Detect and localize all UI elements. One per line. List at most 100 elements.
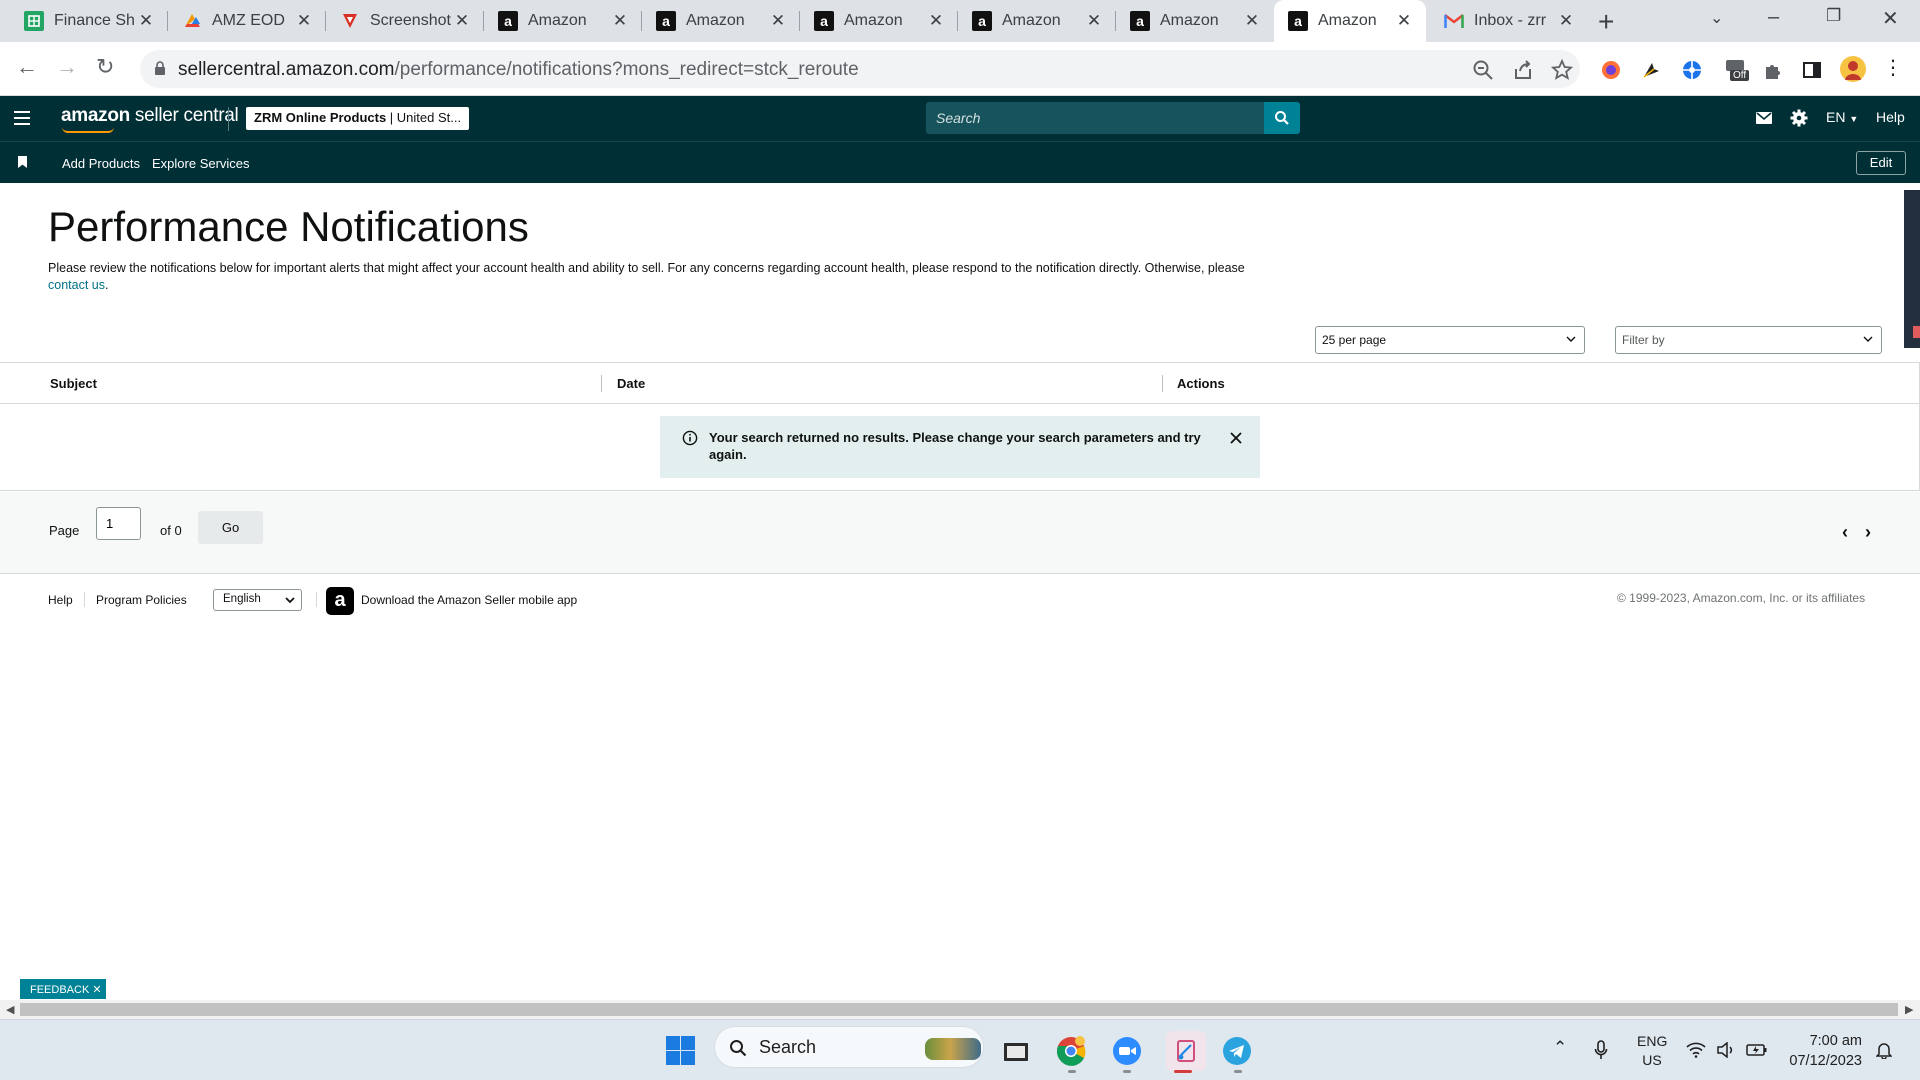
page-number-input[interactable] (96, 507, 141, 540)
tab-amazon-3[interactable]: a Amazon ✕ (800, 0, 958, 42)
previous-page-icon[interactable]: ‹ (1842, 522, 1848, 543)
adblock-extension-icon[interactable]: Off (1722, 57, 1750, 83)
restore-icon[interactable]: ❐ (1826, 6, 1841, 26)
microphone-icon[interactable] (1594, 1040, 1608, 1060)
input-language-indicator[interactable]: ENG US (1637, 1032, 1667, 1070)
profile-avatar[interactable] (1840, 56, 1866, 82)
wifi-icon[interactable] (1686, 1042, 1706, 1058)
subnav-explore-services[interactable]: Explore Services (152, 156, 250, 171)
system-clock[interactable]: 7:00 am 07/12/2023 (1782, 1031, 1862, 1071)
intro-text: Please review the notifications below fo… (48, 260, 1288, 294)
telegram-icon[interactable] (1221, 1035, 1253, 1067)
extensions-puzzle-icon[interactable] (1762, 59, 1784, 81)
settings-gear-icon[interactable] (1790, 109, 1808, 127)
scroll-left-icon[interactable]: ◀ (6, 1003, 14, 1016)
tab-amazon-2[interactable]: a Amazon ✕ (642, 0, 800, 42)
next-page-icon[interactable]: › (1865, 522, 1871, 543)
bookmark-icon[interactable] (18, 156, 27, 168)
tab-amazon-active[interactable]: a Amazon ✕ (1274, 0, 1426, 42)
mail-icon[interactable] (1756, 111, 1772, 125)
close-window-icon[interactable]: ✕ (1882, 6, 1899, 31)
reload-icon[interactable]: ↻ (96, 54, 114, 80)
address-bar[interactable]: sellercentral.amazon.com/performance/not… (140, 50, 1580, 88)
footer-help-link[interactable]: Help (48, 593, 73, 607)
tab-close-icon[interactable]: ✕ (454, 11, 470, 31)
amazon-seller-app-icon[interactable]: a (326, 587, 354, 615)
volume-icon[interactable] (1716, 1042, 1736, 1058)
zoom-app-icon[interactable] (1111, 1035, 1143, 1067)
new-tab-icon[interactable]: + (1598, 6, 1614, 38)
tab-label: Amazon (686, 12, 745, 29)
tab-close-icon[interactable]: ✕ (1244, 11, 1260, 31)
footer-language-select[interactable]: English (213, 589, 302, 611)
tab-amazon-1[interactable]: a Amazon ✕ (484, 0, 642, 42)
tab-close-icon[interactable]: ✕ (1558, 11, 1574, 31)
logo-seller-central: seller central (129, 105, 239, 126)
column-header-subject[interactable]: Subject (50, 376, 97, 391)
header-help-link[interactable]: Help (1876, 109, 1905, 125)
footer-divider (316, 592, 317, 607)
subnav-add-products[interactable]: Add Products (62, 156, 140, 171)
footer-program-policies-link[interactable]: Program Policies (96, 593, 187, 607)
column-header-date[interactable]: Date (617, 376, 645, 391)
seller-central-logo[interactable]: amazon seller central (61, 105, 239, 127)
firefox-extension-icon[interactable] (1600, 59, 1622, 81)
header-divider (228, 107, 229, 131)
cursor-extension-icon[interactable] (1640, 59, 1662, 81)
filter-select[interactable]: Filter by (1615, 326, 1882, 354)
side-widget-tab[interactable] (1904, 190, 1920, 348)
copyright-text: © 1999-2023, Amazon.com, Inc. or its aff… (1617, 591, 1866, 605)
tab-close-icon[interactable]: ✕ (138, 11, 154, 31)
chrome-menu-icon[interactable]: ⋮ (1882, 55, 1904, 79)
contact-us-link[interactable]: contact us (48, 278, 105, 292)
tab-close-icon[interactable]: ✕ (296, 11, 312, 31)
back-icon[interactable]: ← (16, 54, 38, 80)
forward-icon[interactable]: → (56, 54, 78, 80)
tab-amazon-5[interactable]: a Amazon ✕ (1116, 0, 1274, 42)
go-button[interactable]: Go (198, 511, 263, 544)
minimize-icon[interactable]: – (1768, 6, 1779, 29)
hamburger-menu-icon[interactable] (14, 111, 30, 125)
tab-close-icon[interactable]: ✕ (928, 11, 944, 31)
language-selector[interactable]: EN ▼ (1826, 109, 1858, 125)
snipping-tool-icon[interactable] (1166, 1031, 1206, 1071)
taskbar-search-box[interactable]: Search (714, 1026, 984, 1068)
windows-start-icon[interactable] (666, 1036, 695, 1065)
account-switcher[interactable]: ZRM Online Products | United St... (246, 107, 470, 130)
tab-search-chevron-icon[interactable]: ⌄ (1710, 8, 1723, 28)
show-hidden-icons-chevron[interactable]: ⌃ (1553, 1038, 1567, 1058)
zoom-icon[interactable] (1472, 59, 1494, 81)
notification-bell-icon[interactable] (1876, 1041, 1892, 1059)
tab-amazon-4[interactable]: a Amazon ✕ (958, 0, 1116, 42)
header-search-input[interactable] (926, 102, 1264, 134)
scroll-right-icon[interactable]: ▶ (1905, 1003, 1913, 1016)
tab-close-icon[interactable]: ✕ (1086, 11, 1102, 31)
tab-finance-sheet[interactable]: Finance Sh ✕ (10, 0, 168, 42)
tab-screenshot[interactable]: Screenshot ✕ (326, 0, 484, 42)
translate-extension-icon[interactable] (1681, 59, 1703, 81)
per-page-select[interactable]: 25 per page (1315, 326, 1585, 354)
download-app-link[interactable]: Download the Amazon Seller mobile app (361, 593, 577, 607)
scrollbar-thumb[interactable] (20, 1003, 1898, 1016)
header-search-button[interactable] (1264, 102, 1300, 134)
file-explorer-icon[interactable] (1000, 1035, 1032, 1067)
share-icon[interactable] (1512, 59, 1534, 81)
battery-icon[interactable] (1746, 1043, 1768, 1057)
bookmark-star-icon[interactable] (1551, 59, 1573, 81)
tab-gmail-inbox[interactable]: Inbox - zrr ✕ (1430, 0, 1588, 42)
tab-close-icon[interactable]: ✕ (1396, 11, 1412, 31)
tab-close-icon[interactable]: ✕ (770, 11, 786, 31)
horizontal-scrollbar[interactable]: ◀ ▶ (0, 1000, 1920, 1019)
side-panel-icon[interactable] (1801, 59, 1823, 81)
close-icon[interactable] (1229, 431, 1243, 445)
tab-close-icon[interactable]: ✕ (612, 11, 628, 31)
tab-amz-eod[interactable]: AMZ EOD ✕ (168, 0, 326, 42)
page-footer: Help Program Policies English a Download… (0, 574, 1920, 634)
filter-placeholder: Filter by (1622, 333, 1665, 347)
edit-nav-button[interactable]: Edit (1856, 151, 1906, 175)
tab-label: Inbox - zrr (1474, 12, 1547, 29)
feedback-button[interactable]: FEEDBACK ✕ (20, 979, 106, 999)
chevron-down-icon (285, 597, 295, 604)
running-indicator (1234, 1070, 1242, 1073)
chrome-icon[interactable] (1055, 1035, 1087, 1067)
